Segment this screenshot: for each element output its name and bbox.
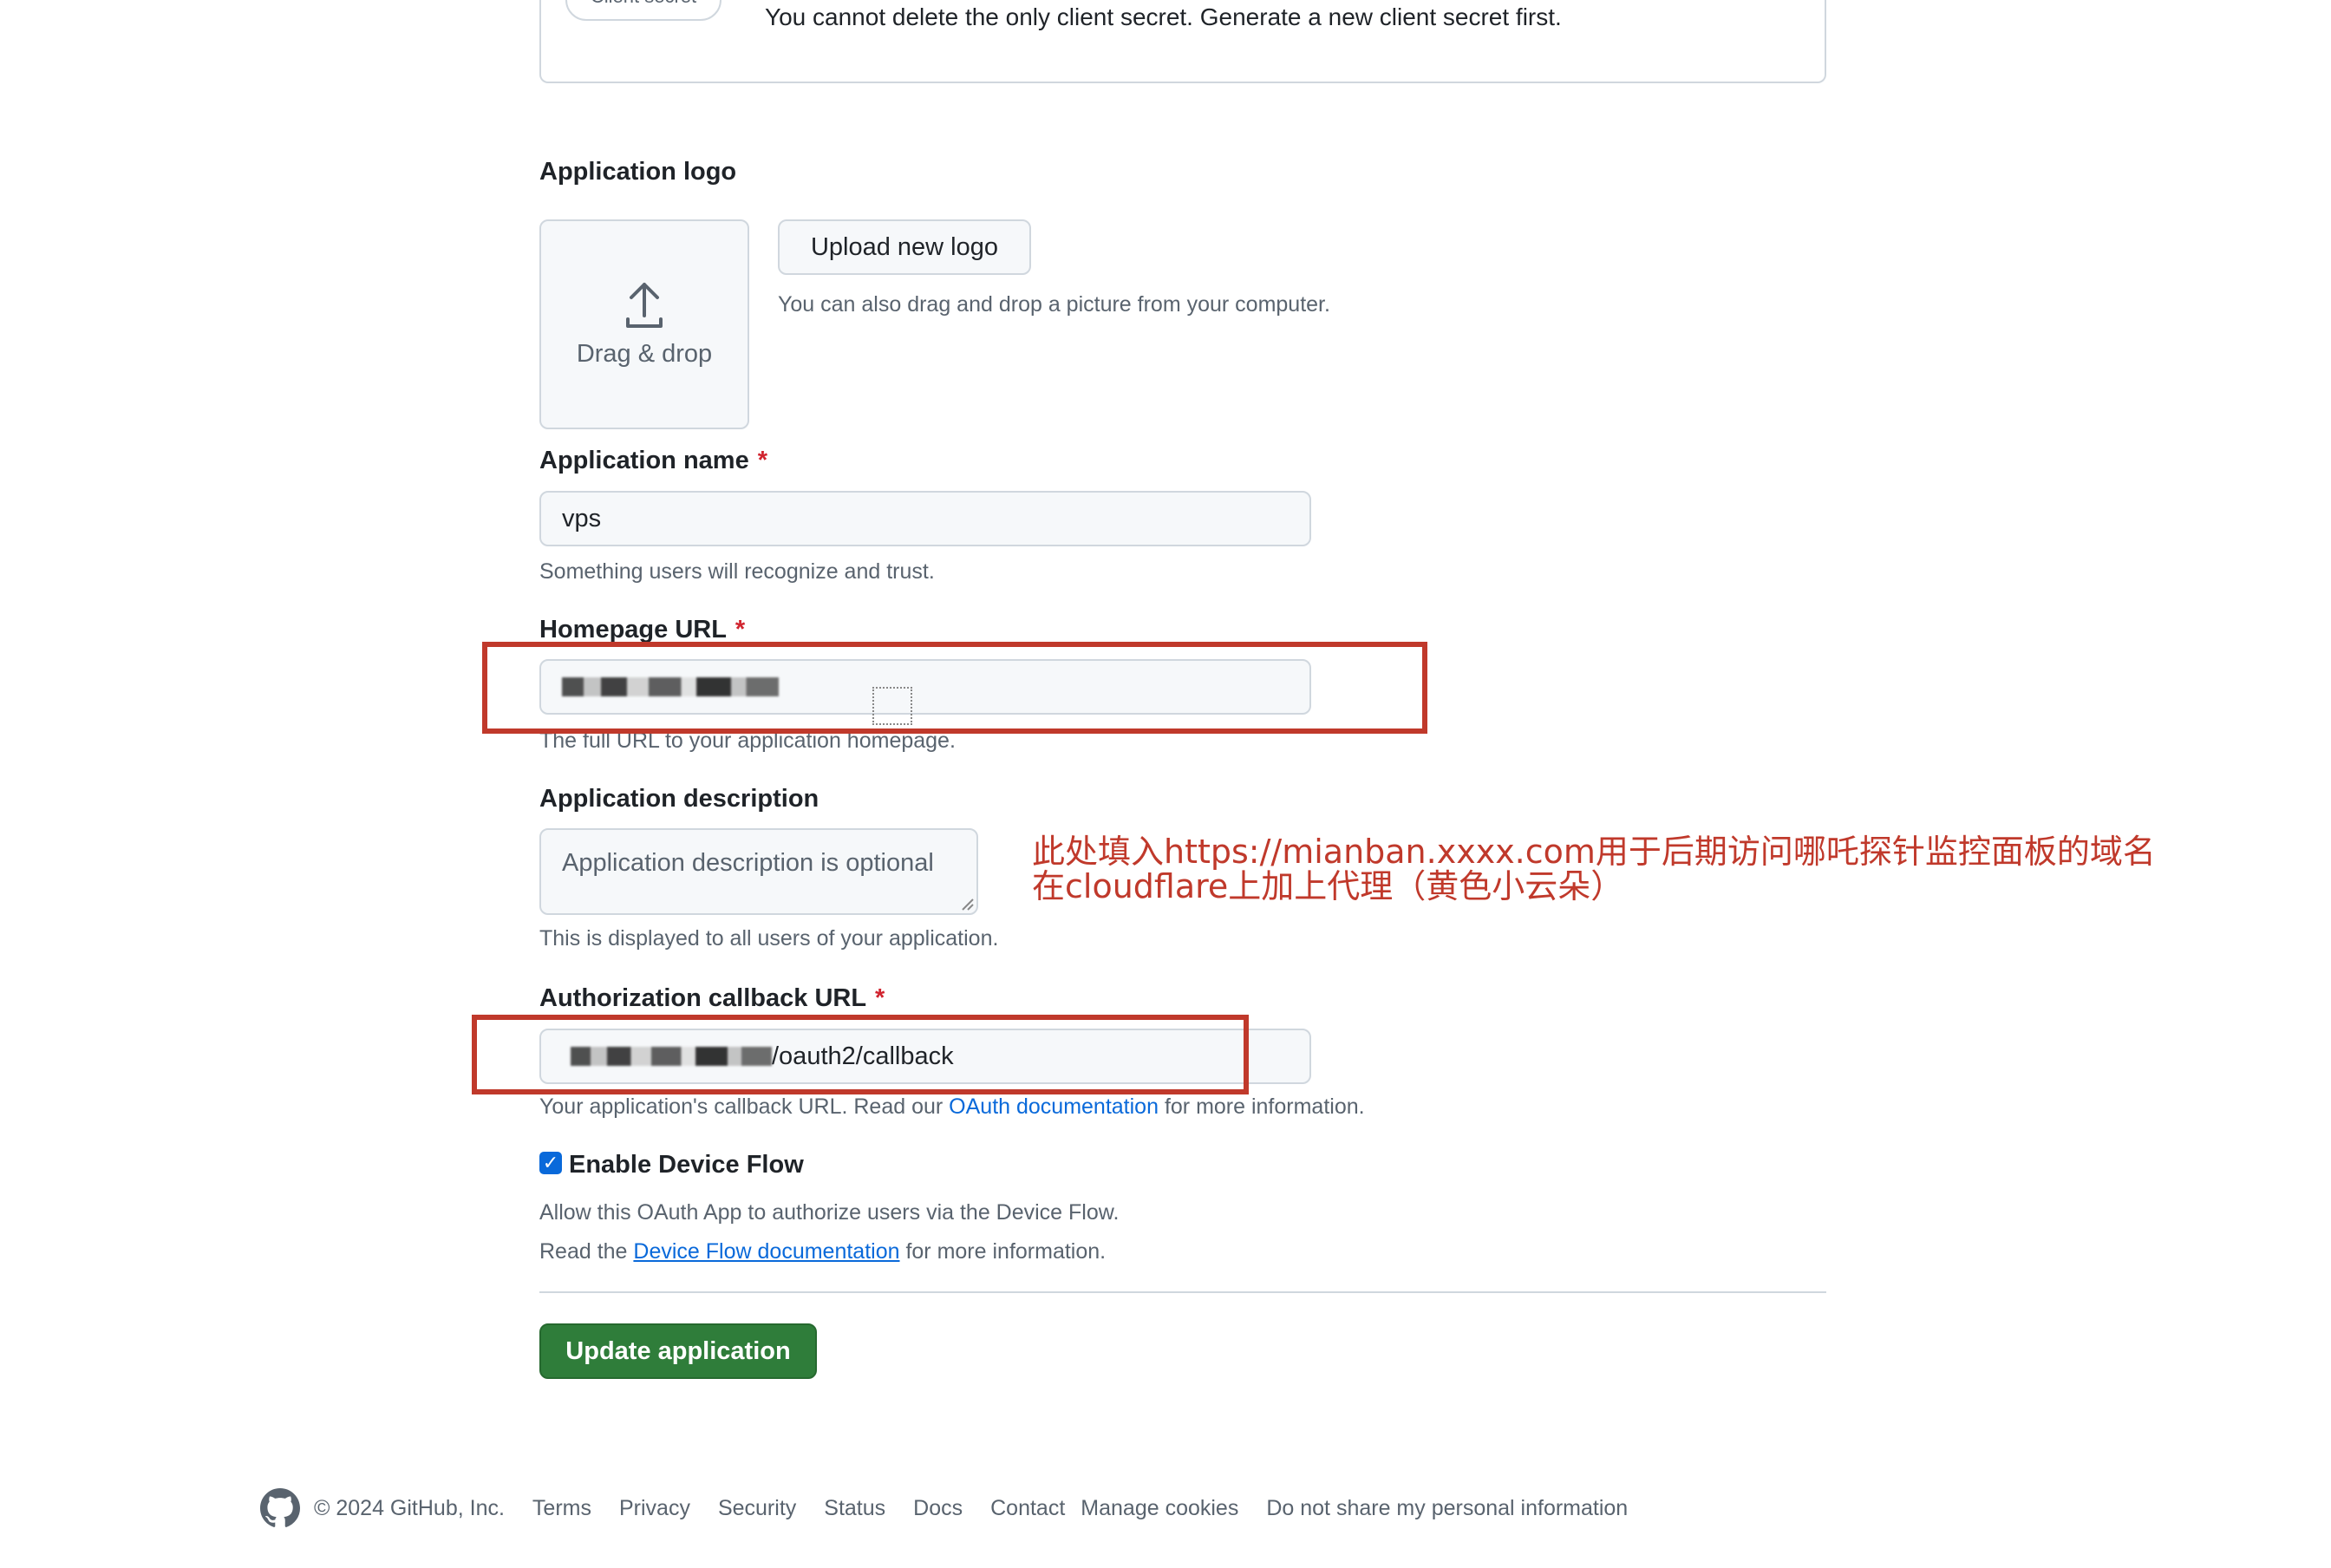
client-secret-note: You cannot delete the only client secret… xyxy=(765,3,1562,30)
github-logo-icon[interactable] xyxy=(260,1488,300,1528)
homepage-label-text: Homepage URL xyxy=(539,616,727,644)
device-flow-checkbox[interactable]: ✓ xyxy=(539,1152,562,1174)
required-marker: * xyxy=(735,616,746,644)
footer-link-terms[interactable]: Terms xyxy=(532,1496,591,1521)
logo-hint: You can also drag and drop a picture fro… xyxy=(778,292,1330,317)
app-name-hint: Something users will recognize and trust… xyxy=(539,559,935,584)
homepage-label: Homepage URL * xyxy=(539,616,745,644)
footer: © 2024 GitHub, Inc. Terms Privacy Securi… xyxy=(260,1488,1628,1528)
annotation-line-1: 此处填入https://mianban.xxxx.com用于后期访问哪吒探针监控… xyxy=(1032,833,2156,871)
device-flow-label[interactable]: Enable Device Flow xyxy=(569,1151,804,1179)
footer-link-status[interactable]: Status xyxy=(824,1496,885,1521)
device-flow-hint-before: Read the xyxy=(539,1239,634,1264)
app-name-label-text: Application name xyxy=(539,447,749,474)
logo-heading: Application logo xyxy=(539,158,737,186)
upload-logo-button[interactable]: Upload new logo xyxy=(778,219,1031,275)
device-flow-docs-link[interactable]: Device Flow documentation xyxy=(633,1239,899,1264)
footer-link-docs[interactable]: Docs xyxy=(913,1496,963,1521)
annotation-note: 此处填入https://mianban.xxxx.com用于后期访问哪吒探针监控… xyxy=(1032,834,2156,904)
description-textarea[interactable]: Application description is optional xyxy=(539,828,978,915)
footer-link-do-not-share[interactable]: Do not share my personal information xyxy=(1266,1496,1628,1521)
annotation-line-2: 在cloudflare上加上代理（黄色小云朵） xyxy=(1032,867,1624,905)
app-name-label: Application name * xyxy=(539,447,767,475)
resize-handle-icon[interactable] xyxy=(961,898,975,911)
update-application-button[interactable]: Update application xyxy=(539,1323,817,1379)
description-hint: This is displayed to all users of your a… xyxy=(539,926,999,951)
highlight-box-callback xyxy=(472,1015,1249,1094)
footer-link-privacy[interactable]: Privacy xyxy=(619,1496,690,1521)
client-secret-pill: Client secret xyxy=(565,0,722,21)
required-marker: * xyxy=(757,447,767,474)
callback-label-text: Authorization callback URL xyxy=(539,984,867,1012)
device-flow-docs-hint: Read the Device Flow documentation for m… xyxy=(539,1239,1106,1264)
device-flow-hint-after: for more information. xyxy=(899,1239,1107,1264)
app-name-input[interactable]: vps xyxy=(539,491,1311,546)
upload-icon xyxy=(626,282,663,328)
dropzone-label: Drag & drop xyxy=(576,339,713,368)
required-marker: * xyxy=(875,984,885,1012)
footer-link-manage-cookies[interactable]: Manage cookies xyxy=(1081,1496,1238,1521)
footer-link-contact[interactable]: Contact xyxy=(990,1496,1065,1521)
callback-hint: Your application's callback URL. Read ou… xyxy=(539,1094,1365,1120)
callback-label: Authorization callback URL * xyxy=(539,984,885,1013)
description-label: Application description xyxy=(539,785,819,813)
oauth-docs-link[interactable]: OAuth documentation xyxy=(949,1094,1159,1119)
callback-hint-after: for more information. xyxy=(1159,1094,1365,1119)
device-flow-hint: Allow this OAuth App to authorize users … xyxy=(539,1200,1120,1225)
divider xyxy=(539,1291,1826,1293)
footer-copyright: © 2024 GitHub, Inc. xyxy=(314,1495,505,1520)
callback-hint-before: Your application's callback URL. Read ou… xyxy=(539,1094,950,1119)
logo-dropzone[interactable]: Drag & drop xyxy=(539,219,749,429)
highlight-box-homepage xyxy=(482,642,1427,734)
footer-link-security[interactable]: Security xyxy=(718,1496,796,1521)
